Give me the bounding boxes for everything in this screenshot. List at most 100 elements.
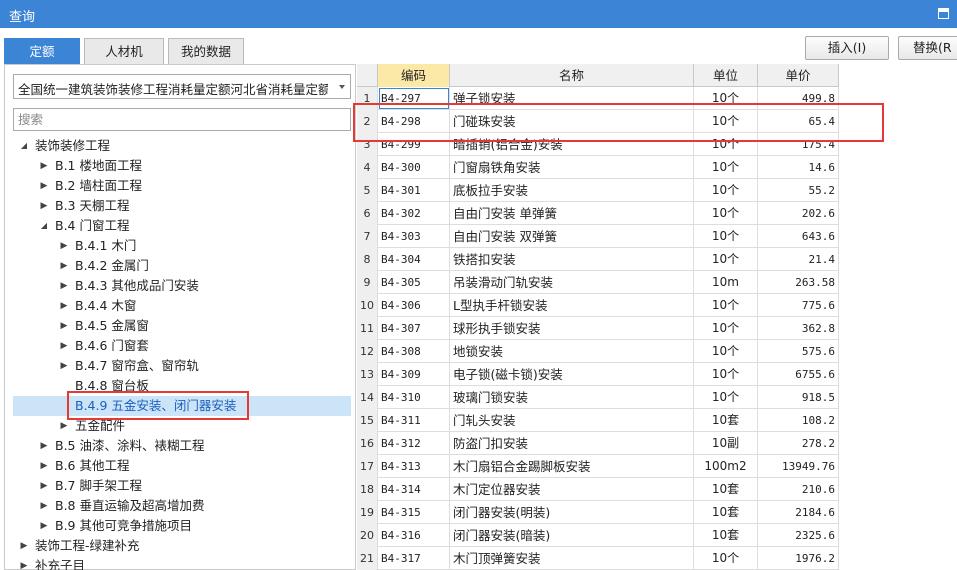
expanded-triangle-icon[interactable]: ◢ [39, 216, 49, 236]
tree-item[interactable]: ▶ 装饰工程-绿建补充 [13, 536, 351, 556]
tree-item[interactable]: ▶ B.7 脚手架工程 [13, 476, 351, 496]
table-row[interactable]: 15 B4-311 门轧头安装 10套 108.2 [357, 409, 839, 432]
cell-price: 21.4 [758, 248, 839, 271]
column-header-code[interactable]: 编码 [378, 64, 450, 87]
search-input[interactable] [13, 108, 351, 131]
cell-price: 55.2 [758, 179, 839, 202]
table-row[interactable]: 11 B4-307 球形执手锁安装 10个 362.8 [357, 317, 839, 340]
cell-name: 自由门安装 双弹簧 [450, 225, 694, 248]
tab-quota[interactable]: 定额 [4, 38, 80, 64]
cell-unit: 10套 [694, 478, 758, 501]
tree-item[interactable]: ▶ B.6 其他工程 [13, 456, 351, 476]
tree-item-label: 装饰装修工程 [35, 138, 111, 153]
collapsed-triangle-icon[interactable]: ▶ [59, 256, 69, 276]
collapsed-triangle-icon[interactable]: ▶ [39, 156, 49, 176]
collapsed-triangle-icon[interactable]: ▶ [19, 536, 29, 556]
tree-item[interactable]: ▶ B.4.5 金属窗 [13, 316, 351, 336]
collapsed-triangle-icon[interactable]: ▶ [59, 336, 69, 356]
table-row[interactable]: 19 B4-315 闭门器安装(明装) 10套 2184.6 [357, 501, 839, 524]
collapsed-triangle-icon[interactable]: ▶ [39, 476, 49, 496]
cell-code: B4-309 [378, 363, 450, 386]
row-number: 10 [357, 294, 378, 317]
tree-item[interactable]: ▶ B.3 天棚工程 [13, 196, 351, 216]
row-number: 20 [357, 524, 378, 547]
tree-item[interactable]: ▶ B.9 其他可竞争措施项目 [13, 516, 351, 536]
cell-unit: 10个 [694, 386, 758, 409]
expanded-triangle-icon[interactable]: ◢ [19, 136, 29, 156]
collapsed-triangle-icon[interactable]: ▶ [39, 496, 49, 516]
tree-item-label: B.4.1 木门 [75, 238, 137, 253]
cell-price: 362.8 [758, 317, 839, 340]
table-row[interactable]: 16 B4-312 防盗门扣安装 10副 278.2 [357, 432, 839, 455]
cell-unit: 10个 [694, 179, 758, 202]
tab-my-data[interactable]: 我的数据 [168, 38, 244, 64]
row-number: 12 [357, 340, 378, 363]
cell-code: B4-307 [378, 317, 450, 340]
table-row[interactable]: 13 B4-309 电子锁(磁卡锁)安装 10个 6755.6 [357, 363, 839, 386]
library-select[interactable]: 全国统一建筑装饰装修工程消耗量定额河北省消耗量定额(20 [13, 74, 351, 99]
row-number: 18 [357, 478, 378, 501]
column-header-price[interactable]: 单价 [758, 64, 839, 87]
tree-item-label: B.2 墙柱面工程 [55, 178, 142, 193]
chevron-down-icon[interactable] [339, 85, 345, 89]
tree-item[interactable]: ◢ B.4 门窗工程 [13, 216, 351, 236]
table-row[interactable]: 20 B4-316 闭门器安装(暗装) 10套 2325.6 [357, 524, 839, 547]
cell-price: 263.58 [758, 271, 839, 294]
tree-item[interactable]: ▶ B.4.4 木窗 [13, 296, 351, 316]
tree-item[interactable]: ▶ B.2 墙柱面工程 [13, 176, 351, 196]
table-row[interactable]: 5 B4-301 底板拉手安装 10个 55.2 [357, 179, 839, 202]
tree-item[interactable]: ▶ B.1 楼地面工程 [13, 156, 351, 176]
tree-item[interactable]: ◢ 装饰装修工程 [13, 136, 351, 156]
window-titlebar: 查询 [0, 0, 957, 28]
table-row[interactable]: 9 B4-305 吊装滑动门轨安装 10m 263.58 [357, 271, 839, 294]
cell-code: B4-303 [378, 225, 450, 248]
cell-name: 底板拉手安装 [450, 179, 694, 202]
tree-item[interactable]: ▶ B.4.7 窗帘盒、窗帘轨 [13, 356, 351, 376]
maximize-icon[interactable] [938, 8, 949, 19]
cell-code: B4-313 [378, 455, 450, 478]
collapsed-triangle-icon[interactable]: ▶ [39, 196, 49, 216]
row-number: 19 [357, 501, 378, 524]
collapsed-triangle-icon[interactable]: ▶ [19, 556, 29, 570]
row-number: 9 [357, 271, 378, 294]
collapsed-triangle-icon[interactable]: ▶ [59, 236, 69, 256]
table-row[interactable]: 8 B4-304 铁搭扣安装 10个 21.4 [357, 248, 839, 271]
collapsed-triangle-icon[interactable]: ▶ [39, 176, 49, 196]
cell-name: 地锁安装 [450, 340, 694, 363]
column-header-name[interactable]: 名称 [450, 64, 694, 87]
table-row[interactable]: 12 B4-308 地锁安装 10个 575.6 [357, 340, 839, 363]
replace-button[interactable]: 替换(R [898, 36, 957, 60]
table-row[interactable]: 17 B4-313 木门扇铝合金踢脚板安装 100m2 13949.76 [357, 455, 839, 478]
tree-item[interactable]: ▶ B.4.2 金属门 [13, 256, 351, 276]
collapsed-triangle-icon[interactable]: ▶ [59, 276, 69, 296]
tab-labor-material-machine[interactable]: 人材机 [84, 38, 164, 64]
cell-price: 108.2 [758, 409, 839, 432]
tree-item[interactable]: ▶ 补充子目 [13, 556, 351, 570]
table-row[interactable]: 6 B4-302 自由门安装 单弹簧 10个 202.6 [357, 202, 839, 225]
tree-item-label: 补充子目 [35, 558, 86, 570]
tree-item[interactable]: ▶ B.8 垂直运输及超高增加费 [13, 496, 351, 516]
insert-button[interactable]: 插入(I) [805, 36, 889, 60]
column-header-unit[interactable]: 单位 [694, 64, 758, 87]
table-row[interactable]: 4 B4-300 门窗扇铁角安装 10个 14.6 [357, 156, 839, 179]
collapsed-triangle-icon[interactable]: ▶ [59, 296, 69, 316]
collapsed-triangle-icon[interactable]: ▶ [39, 456, 49, 476]
collapsed-triangle-icon[interactable]: ▶ [39, 516, 49, 536]
tree-item[interactable]: ▶ B.4.3 其他成品门安装 [13, 276, 351, 296]
table-row[interactable]: 21 B4-317 木门顶弹簧安装 10个 1976.2 [357, 547, 839, 570]
collapsed-triangle-icon[interactable]: ▶ [59, 356, 69, 376]
tree-item[interactable]: ▶ B.4.1 木门 [13, 236, 351, 256]
cell-name: 吊装滑动门轨安装 [450, 271, 694, 294]
tree-item[interactable]: ▶ B.5 油漆、涂料、裱糊工程 [13, 436, 351, 456]
table-row[interactable]: 14 B4-310 玻璃门锁安装 10个 918.5 [357, 386, 839, 409]
table-row[interactable]: 10 B4-306 L型执手杆锁安装 10个 775.6 [357, 294, 839, 317]
cell-name: 门轧头安装 [450, 409, 694, 432]
collapsed-triangle-icon[interactable]: ▶ [39, 436, 49, 456]
cell-unit: 100m2 [694, 455, 758, 478]
cell-unit: 10副 [694, 432, 758, 455]
table-row[interactable]: 7 B4-303 自由门安装 双弹簧 10个 643.6 [357, 225, 839, 248]
cell-code: B4-306 [378, 294, 450, 317]
table-row[interactable]: 18 B4-314 木门定位器安装 10套 210.6 [357, 478, 839, 501]
tree-item[interactable]: ▶ B.4.6 门窗套 [13, 336, 351, 356]
collapsed-triangle-icon[interactable]: ▶ [59, 316, 69, 336]
